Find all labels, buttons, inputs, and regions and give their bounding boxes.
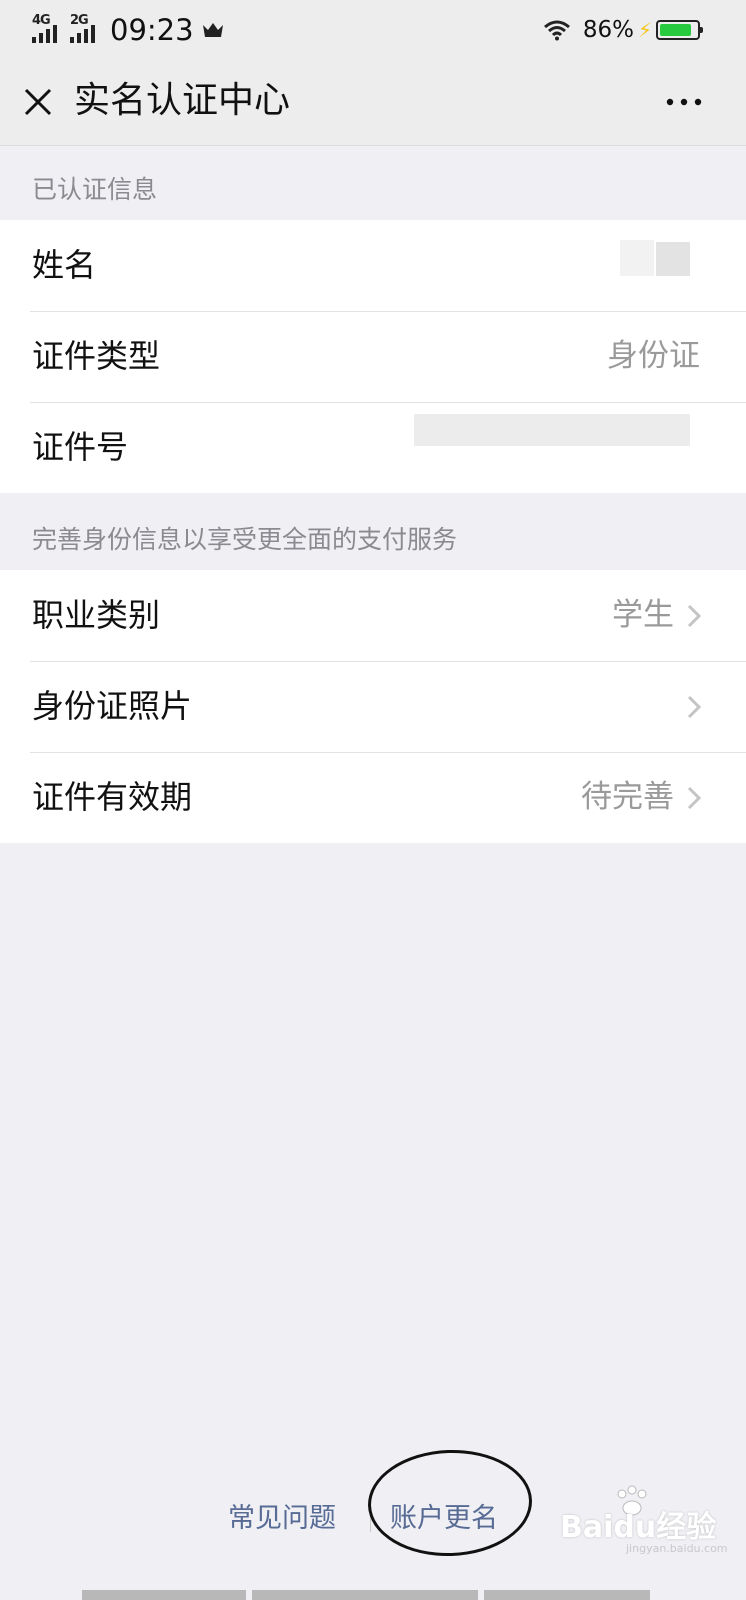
row-name: 姓名 bbox=[0, 220, 746, 311]
verified-section-header: 已认证信息 bbox=[32, 175, 158, 204]
improve-section-header: 完善身份信息以享受更全面的支付服务 bbox=[32, 525, 458, 554]
row-id-validity[interactable]: 证件有效期 待完善 bbox=[0, 752, 746, 843]
network-type-1: 4G bbox=[32, 13, 51, 28]
chevron-right-icon bbox=[687, 786, 702, 810]
faq-link[interactable]: 常见问题 bbox=[228, 1496, 336, 1535]
crown-icon bbox=[202, 23, 223, 37]
network-type-2: 2G bbox=[70, 13, 89, 28]
signal-4g-icon: 4G bbox=[30, 13, 62, 45]
row-value: 身份证 bbox=[607, 338, 700, 374]
watermark-url: jingyan.baidu.com bbox=[626, 1542, 728, 1555]
row-occupation[interactable]: 职业类别 学生 bbox=[0, 570, 746, 661]
wifi-icon bbox=[543, 20, 570, 41]
redacted-name bbox=[656, 242, 690, 276]
row-id-number: 证件号 bbox=[0, 402, 746, 493]
row-value: 待完善 bbox=[581, 779, 674, 815]
redaction-smear bbox=[620, 240, 654, 276]
row-label: 证件类型 bbox=[32, 337, 161, 375]
row-label: 姓名 bbox=[32, 246, 97, 284]
row-id-photo[interactable]: 身份证照片 bbox=[0, 661, 746, 752]
row-value: 学生 bbox=[612, 597, 674, 633]
status-right: 86% ⚡ bbox=[543, 14, 703, 46]
battery-icon bbox=[656, 20, 703, 40]
row-label: 职业类别 bbox=[32, 596, 161, 634]
baidu-watermark: Baidu经验 jingyan.baidu.com bbox=[560, 1485, 730, 1558]
row-id-type: 证件类型 身份证 bbox=[0, 311, 746, 402]
battery-fill bbox=[660, 24, 691, 36]
signal-2g-icon: 2G bbox=[68, 13, 100, 45]
status-time: 09:23 bbox=[110, 13, 194, 47]
status-bar: 4G 2G 09:23 86% ⚡ bbox=[0, 0, 746, 58]
verified-info-list: 姓名 证件类型 身份证 证件号 bbox=[0, 220, 746, 493]
bottom-strip bbox=[82, 1590, 246, 1600]
watermark-brand: Baidu经验 bbox=[560, 1510, 717, 1545]
close-icon[interactable] bbox=[20, 84, 56, 120]
row-label: 证件有效期 bbox=[32, 778, 193, 816]
status-left: 4G 2G 09:23 bbox=[30, 13, 224, 47]
page-title: 实名认证中心 bbox=[74, 80, 291, 121]
charging-icon: ⚡ bbox=[637, 18, 652, 42]
row-label: 证件号 bbox=[32, 428, 129, 466]
redacted-id-number bbox=[414, 414, 690, 446]
title-bar: 实名认证中心 bbox=[0, 58, 746, 146]
more-options-icon[interactable] bbox=[664, 88, 704, 116]
bottom-strip bbox=[484, 1590, 650, 1600]
chevron-right-icon bbox=[687, 604, 702, 628]
chevron-right-icon bbox=[687, 695, 702, 719]
row-label: 身份证照片 bbox=[32, 687, 193, 725]
improve-info-list: 职业类别 学生 身份证照片 证件有效期 待完善 bbox=[0, 570, 746, 843]
battery-percent: 86% bbox=[582, 17, 634, 43]
bottom-strip bbox=[252, 1590, 478, 1600]
